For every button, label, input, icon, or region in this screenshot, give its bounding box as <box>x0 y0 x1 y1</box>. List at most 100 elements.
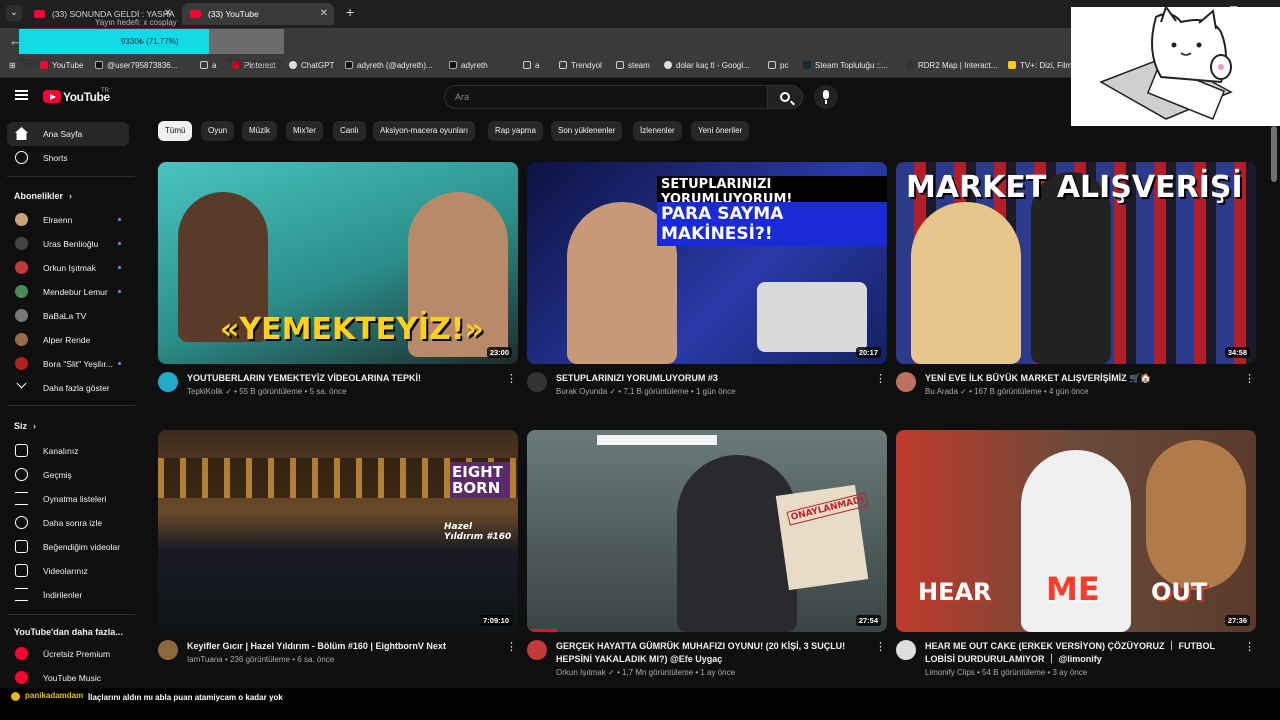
you-heading[interactable]: Siz › <box>14 421 36 431</box>
video-card[interactable]: MARKET ALIŞVERİŞİ 34:58 YENİ EVE İLK BÜY… <box>896 162 1256 414</box>
chip[interactable]: Oyun <box>201 121 235 141</box>
bookmark-item[interactable]: steam <box>616 61 650 70</box>
channel-avatar[interactable] <box>896 372 916 392</box>
video-title[interactable]: SETUPLARINIZI YORUMLUYORUM #3 <box>556 372 861 385</box>
sidebar-item-playlists[interactable]: Oynatma listeleri <box>7 487 129 511</box>
channel-name[interactable]: Bu Arada <box>925 387 958 396</box>
video-thumbnail[interactable]: «YEMEKTEYİZ!» 23:00 <box>158 162 518 364</box>
channel-avatar[interactable] <box>527 640 547 660</box>
video-thumbnail[interactable]: SETUPLARINIZI YORUMLUYORUM! PARA SAYMA M… <box>527 162 887 364</box>
browser-tab-active[interactable]: (33) YouTube ✕ <box>182 3 334 25</box>
video-thumbnail[interactable]: EIGHT BORN Hazel Yıldırım #160 7:09:10 <box>158 430 518 632</box>
video-title[interactable]: GERÇEK HAYATTA GÜMRÜK MUHAFIZI OYUNU! (2… <box>556 640 861 666</box>
menu-icon[interactable] <box>15 90 28 100</box>
sidebar-item-watch-later[interactable]: Daha sonra izle <box>7 511 129 535</box>
bookmark-item[interactable]: ChatGPT <box>289 61 334 70</box>
chat-username: panikadamdam <box>25 691 84 700</box>
more-options-icon[interactable]: ⋮ <box>875 640 886 653</box>
channel-name[interactable]: Burak Oyunda <box>556 387 607 396</box>
video-thumbnail[interactable]: HEAR ME OUT 27:36 <box>896 430 1256 632</box>
sidebar-item-subscription[interactable]: BaBaLa TV <box>7 304 129 328</box>
sidebar-item-label: Beğendiğim videolar <box>43 542 121 552</box>
chip[interactable]: Canlı <box>333 121 366 141</box>
bookmark-label: Trendyol <box>571 61 602 70</box>
more-options-icon[interactable]: ⋮ <box>875 372 886 385</box>
sidebar-item-subscription[interactable]: Elraenn <box>7 208 129 232</box>
video-duration: 27:54 <box>855 615 881 626</box>
sidebar-item-home[interactable]: Ana Sayfa <box>7 122 129 146</box>
more-options-icon[interactable]: ⋮ <box>1244 372 1255 385</box>
channel-name[interactable]: Limonify Clips <box>925 668 975 677</box>
bookmark-item[interactable]: adyreth (@adyreth)... <box>345 61 433 70</box>
bookmark-item[interactable]: a <box>200 61 216 70</box>
bookmark-item[interactable]: pc <box>768 61 788 70</box>
sidebar-item-label: Videolarınız <box>43 566 88 576</box>
sidebar-item-subscription[interactable]: Mendebur Lemur <box>7 280 129 304</box>
youtube-favicon-icon <box>34 10 45 18</box>
more-options-icon[interactable]: ⋮ <box>1244 640 1255 653</box>
apps-grid-icon[interactable]: ⊞ <box>9 61 16 70</box>
sidebar-item-subscription[interactable]: Bora "Slit" Yeşilır... <box>7 352 129 376</box>
voice-search-icon[interactable] <box>814 85 838 109</box>
search-input[interactable]: Ara <box>444 85 768 109</box>
sidebar-item-shorts[interactable]: Shorts <box>7 146 129 170</box>
sidebar-item-downloads[interactable]: İndirilenler <box>7 583 129 607</box>
bookmark-item[interactable]: dolar kaç tl - Googl... <box>664 61 750 70</box>
search-button[interactable] <box>767 85 803 109</box>
video-title[interactable]: YENİ EVE İLK BÜYÜK MARKET ALIŞVERİŞİMİZ … <box>925 372 1230 385</box>
bookmark-item[interactable]: Steam Topluluğu ::... <box>803 61 888 70</box>
page-scrollbar[interactable] <box>1271 126 1277 182</box>
video-title[interactable]: Keyifler Gıcır | Hazel Yıldırım - Bölüm … <box>187 640 492 653</box>
chip[interactable]: İzlenenler <box>633 121 682 141</box>
sidebar-item-premium[interactable]: Ücretsiz Premium <box>7 642 129 666</box>
video-channel-line: Orkun Işıtmak ✓ • 1,7 Mn görüntüleme • 1… <box>556 668 736 677</box>
video-title[interactable]: HEAR ME OUT CAKE (ERKEK VERSİYON) ÇÖZÜYO… <box>925 640 1230 666</box>
subscriptions-heading[interactable]: Abonelikler › <box>14 191 72 201</box>
chip[interactable]: Yeni öneriler <box>691 121 750 141</box>
sidebar-item-subscription[interactable]: Orkun Işıtmak <box>7 256 129 280</box>
sidebar-item-subscription[interactable]: Alper Rende <box>7 328 129 352</box>
chip-all[interactable]: Tümü <box>158 121 193 141</box>
more-options-icon[interactable]: ⋮ <box>506 640 517 653</box>
chip[interactable]: Mix'ler <box>286 121 323 141</box>
tab-search-chevron-icon[interactable]: ⌄ <box>6 5 22 21</box>
chip[interactable]: Rap yapma <box>488 121 543 141</box>
video-card[interactable]: EIGHT BORN Hazel Yıldırım #160 7:09:10 K… <box>158 430 518 682</box>
bookmark-item[interactable]: RDR2 Map | Interact... <box>906 61 997 70</box>
channel-avatar[interactable] <box>896 640 916 660</box>
channel-name[interactable]: Orkun Işıtmak <box>556 668 606 677</box>
bookmark-item[interactable]: adyreth <box>449 61 488 70</box>
bookmark-item[interactable]: a <box>523 61 539 70</box>
channel-avatar[interactable] <box>527 372 547 392</box>
video-title[interactable]: YOUTUBERLARIN YEMEKTEYİZ VİDEOLARINA TEP… <box>187 372 492 385</box>
channel-name[interactable]: IamTuana <box>187 655 223 664</box>
sidebar-item-music[interactable]: YouTube Music <box>7 666 129 690</box>
sidebar-item-liked[interactable]: Beğendiğim videolar <box>7 535 129 559</box>
sidebar-item-channel[interactable]: Kanalınız <box>7 439 129 463</box>
chip[interactable]: Son yüklenenler <box>551 121 623 141</box>
overlay-currency-target: TRY 13000 <box>227 58 283 70</box>
youtube-logo-icon[interactable] <box>43 90 61 103</box>
video-card[interactable]: SETUPLARINIZI YORUMLUYORUM! PARA SAYMA M… <box>527 162 887 414</box>
chip[interactable]: Aksiyon-macera oyunları <box>373 121 476 141</box>
sidebar-item-subscription[interactable]: Uras Benlioğlu <box>7 232 129 256</box>
video-card[interactable]: ONAYLANMADI 27:54 GERÇEK HAYATTA GÜMRÜK … <box>527 430 887 682</box>
video-thumbnail[interactable]: MARKET ALIŞVERİŞİ 34:58 <box>896 162 1256 364</box>
sidebar-item-history[interactable]: Geçmiş <box>7 463 129 487</box>
more-options-icon[interactable]: ⋮ <box>506 372 517 385</box>
new-tab-icon[interactable]: + <box>346 4 354 20</box>
bookmark-item[interactable]: YouTube <box>40 61 83 70</box>
channel-avatar[interactable] <box>158 372 178 392</box>
close-tab-icon[interactable]: ✕ <box>320 3 328 25</box>
sidebar-item-your-videos[interactable]: Videolarınız <box>7 559 129 583</box>
bookmark-item[interactable]: Trendyol <box>559 61 602 70</box>
channel-avatar[interactable] <box>158 640 178 660</box>
bookmark-item[interactable]: @user795873836... <box>95 61 177 70</box>
video-card[interactable]: «YEMEKTEYİZ!» 23:00 YOUTUBERLARIN YEMEKT… <box>158 162 518 414</box>
video-card[interactable]: HEAR ME OUT 27:36 HEAR ME OUT CAKE (ERKE… <box>896 430 1256 682</box>
sidebar-show-more[interactable]: Daha fazla göster <box>7 376 129 400</box>
chip[interactable]: Müzik <box>242 121 277 141</box>
video-thumbnail[interactable]: ONAYLANMADI 27:54 <box>527 430 887 632</box>
bookmark-item[interactable]: TV+: Dizi, Film... <box>1008 61 1079 70</box>
channel-name[interactable]: TepkiKolik <box>187 387 223 396</box>
